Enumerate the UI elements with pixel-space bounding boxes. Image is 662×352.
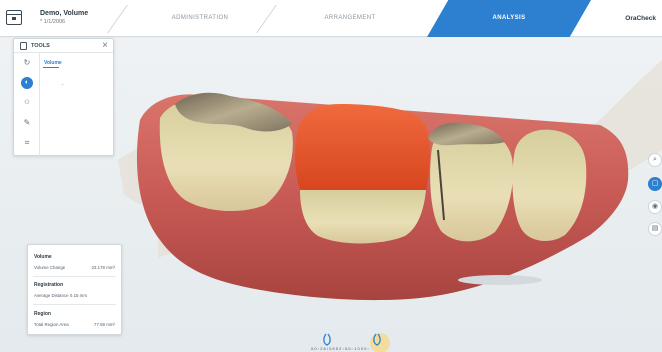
tool-controls-disabled: + · ·: [61, 83, 102, 89]
tab-arrangement[interactable]: ARRANGEMENT: [270, 0, 430, 37]
active-tool-underline: [43, 67, 59, 68]
case-subtitle: * 1/1/2006: [40, 19, 66, 25]
distance-tool-icon[interactable]: ⚇: [21, 97, 33, 109]
case-title: Demo, Volume: [40, 10, 89, 17]
registration-heading: Registration: [34, 282, 64, 288]
toolbox-icon: [20, 42, 27, 50]
rotate-icon[interactable]: ↻: [21, 57, 33, 69]
bottom-caption: 0.0 ▫ 2 6 / 0.9 5 2 ▫ 0.0 ▫ 1 0 0 0 ▫: [311, 346, 369, 351]
tooth-icon[interactable]: ▢: [648, 177, 662, 191]
volume-tool-icon[interactable]: ◐: [21, 77, 33, 89]
tooth-outline-icon[interactable]: [323, 333, 331, 346]
divider: [33, 276, 116, 277]
region-heading: Region: [34, 311, 51, 317]
average-distance-value: 0.15 mm: [69, 293, 87, 298]
volume-heading: Volume: [34, 254, 52, 260]
tab-analysis[interactable]: ANALYSIS: [427, 0, 591, 37]
divider: [33, 304, 116, 305]
crown-volume-overlay: [295, 104, 430, 190]
menu-icon[interactable]: [6, 10, 22, 25]
image-icon[interactable]: ▤: [648, 222, 662, 236]
eye-icon[interactable]: ◉: [648, 200, 662, 214]
total-region-area-value: 77.69 mm²: [94, 322, 115, 327]
tools-rail: ↻ ◐ ⚇ ✎ ⌗: [14, 53, 40, 156]
average-distance-label: Average Distance: [34, 293, 69, 298]
search-icon[interactable]: ⌕: [648, 153, 662, 167]
pen-tool-icon[interactable]: ✎: [21, 117, 33, 129]
tools-panel: TOOLS × ↻ ◐ ⚇ ✎ ⌗ Volume + · ·: [13, 38, 114, 156]
product-name: OraCheck: [625, 15, 656, 22]
active-tool-label[interactable]: Volume: [44, 60, 62, 66]
tools-title: TOOLS: [31, 43, 50, 49]
top-navigation-bar: Demo, Volume * 1/1/2006 ADMINISTRATION A…: [0, 0, 662, 37]
crop-tool-icon[interactable]: ⌗: [21, 137, 33, 149]
scan-shadow: [458, 275, 542, 285]
volume-change-label: Volume Change: [34, 265, 66, 270]
volume-change-value: 23.178 mm³: [91, 265, 115, 270]
tools-panel-header: TOOLS ×: [14, 39, 113, 53]
analysis-results-panel: Volume Volume Change 23.178 mm³ Registra…: [27, 244, 122, 335]
total-region-area-label: Total Region Area: [34, 322, 69, 327]
close-icon[interactable]: ×: [102, 40, 108, 52]
